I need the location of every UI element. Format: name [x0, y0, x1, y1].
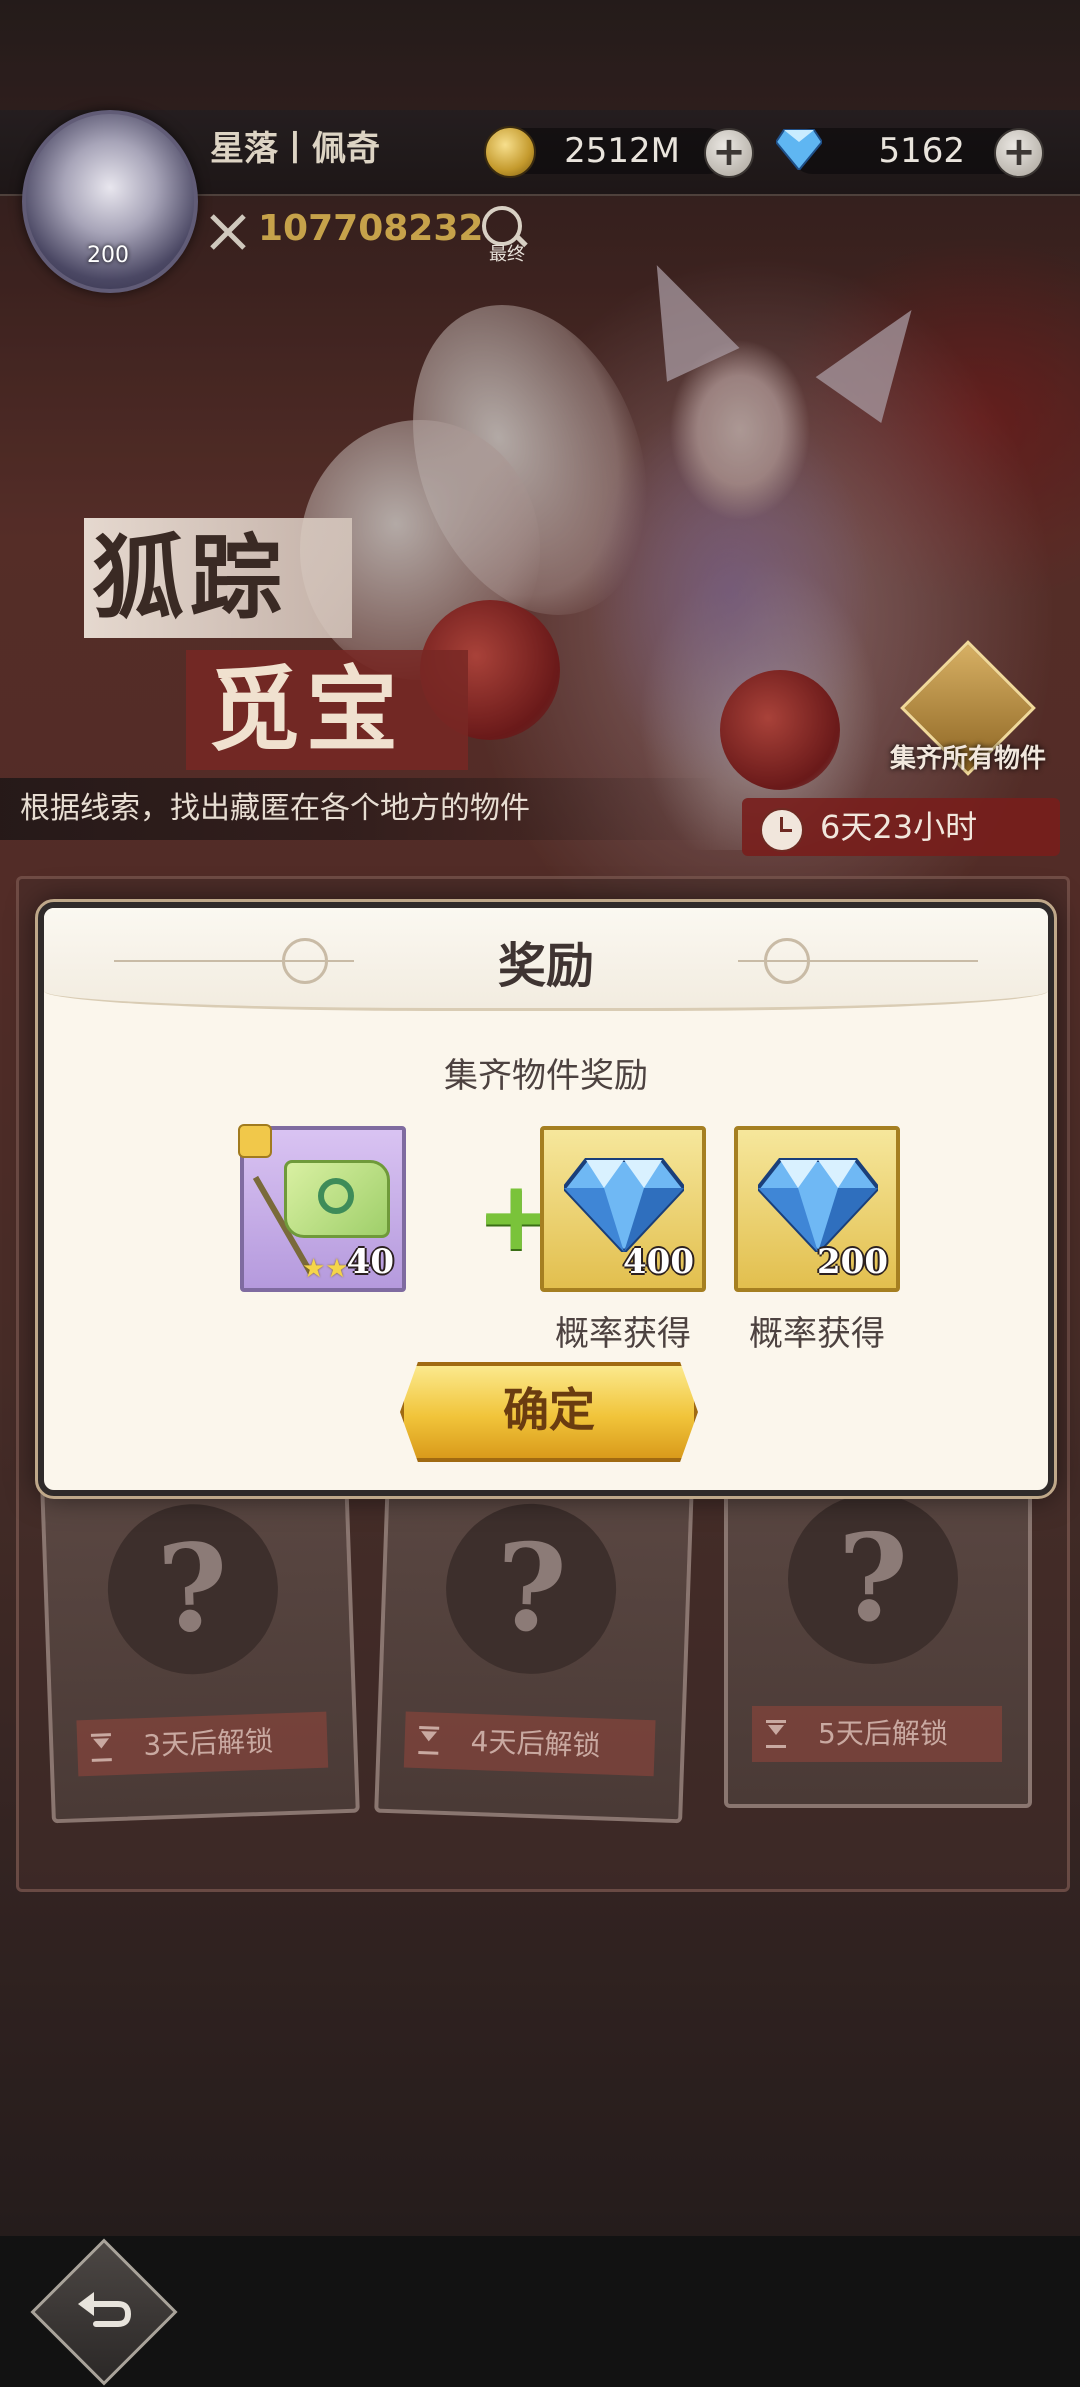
- question-mark-icon: ?: [443, 1500, 620, 1677]
- confirm-label: 确定: [503, 1383, 595, 1437]
- diamond-icon: [564, 1158, 684, 1252]
- player-level: 200: [87, 243, 129, 268]
- collect-all-label: 集齐所有物件: [890, 744, 1047, 774]
- wind-swirl-icon: [318, 1178, 354, 1214]
- hourglass-icon: [90, 1733, 112, 1762]
- locked-card[interactable]: ? 4天后解锁: [374, 1474, 694, 1824]
- event-title-line1: 狐踪: [84, 518, 352, 638]
- unlock-countdown: 5天后解锁: [752, 1706, 1002, 1762]
- star-icon: ★★: [302, 1254, 349, 1284]
- dialog-subtitle: 集齐物件奖励: [444, 1056, 648, 1096]
- item-count: 200: [817, 1242, 888, 1282]
- add-gold-button[interactable]: +: [704, 128, 754, 178]
- hourglass-icon: [766, 1720, 786, 1748]
- gold-amount: 2512M: [564, 131, 680, 171]
- game-screen: 200 星落丨佩奇 2512M + 5162 + 107708232 最终 狐踪…: [0, 0, 1080, 2387]
- probability-note: 概率获得: [555, 1314, 691, 1354]
- unlock-countdown: 3天后解锁: [76, 1711, 329, 1777]
- locked-card[interactable]: ? 5天后解锁: [724, 1470, 1032, 1808]
- item-count: 40: [346, 1242, 394, 1282]
- dialog-title: 奖励: [497, 938, 594, 994]
- clock-icon: [760, 808, 804, 852]
- locked-card[interactable]: ? 3天后解锁: [40, 1474, 360, 1824]
- unlock-countdown: 4天后解锁: [403, 1711, 656, 1777]
- event-description: 根据线索，找出藏匿在各个地方的物件: [20, 791, 530, 826]
- puzzle-piece-icon: [238, 1124, 272, 1158]
- reward-item-flag[interactable]: ★★ 40: [238, 1124, 406, 1292]
- probability-note: 概率获得: [749, 1314, 885, 1354]
- diamond-icon: [758, 1158, 878, 1252]
- reward-dialog: 奖励 集齐物件奖励 ★★ 40 + 400 200 概率获得 概率获得 确定: [35, 899, 1057, 1499]
- plus-icon: +: [476, 1160, 557, 1272]
- player-name: 星落丨佩奇: [210, 129, 380, 169]
- event-title-line2: 觅宝: [186, 650, 468, 770]
- hourglass-icon: [418, 1726, 440, 1755]
- reward-item-diamond[interactable]: 400: [540, 1126, 706, 1292]
- reward-item-diamond[interactable]: 200: [734, 1126, 900, 1292]
- gem-icon: [776, 129, 822, 170]
- combat-power-value: 107708232: [258, 208, 484, 249]
- confirm-button[interactable]: 确定: [400, 1362, 698, 1462]
- item-count: 400: [623, 1242, 694, 1282]
- back-arrow-icon: [78, 2292, 132, 2327]
- question-mark-icon: ?: [104, 1501, 281, 1678]
- search-label: 最终: [489, 244, 525, 265]
- crossed-swords-icon: [210, 214, 246, 250]
- gem-amount: 5162: [878, 131, 965, 171]
- gold-coin-icon: [484, 126, 536, 178]
- countdown-text: 6天23小时: [820, 808, 978, 846]
- question-mark-icon: ?: [788, 1494, 958, 1664]
- add-gem-button[interactable]: +: [994, 128, 1044, 178]
